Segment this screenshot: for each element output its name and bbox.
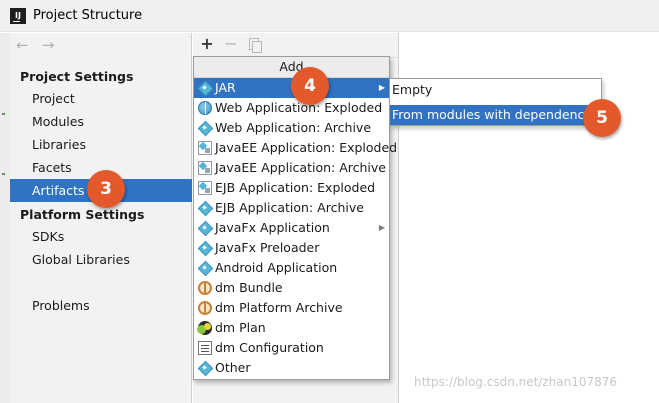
callout-badge-3: 3 <box>87 170 125 208</box>
diamond-icon <box>198 361 212 375</box>
submenu-item-from-modules[interactable]: From modules with dependencies... <box>390 105 601 125</box>
menu-item-ejb-exploded[interactable]: EJB Application: Exploded <box>194 178 389 198</box>
bundle-icon <box>198 301 212 315</box>
diamond-icon <box>198 201 212 215</box>
menu-item-label: Android Application <box>215 260 338 275</box>
back-arrow-icon[interactable]: ← <box>16 36 29 54</box>
menu-header: Add <box>194 57 389 78</box>
menu-item-label: Other <box>215 360 251 375</box>
sidebar-item-project[interactable]: Project <box>10 87 192 110</box>
submenu-item-empty[interactable]: Empty <box>390 80 601 100</box>
menu-item-dm-bundle[interactable]: dm Bundle <box>194 278 389 298</box>
menu-item-label: Web Application: Archive <box>215 120 372 135</box>
config-icon <box>198 341 212 355</box>
bundle-icon <box>198 281 212 295</box>
menu-item-label: JavaFx Application <box>215 220 330 235</box>
project-settings-header: Project Settings <box>20 69 134 84</box>
globe-icon <box>198 101 212 115</box>
sidebar: ← → Project Settings Project Modules Lib… <box>10 33 192 403</box>
menu-item-label: JavaFx Preloader <box>215 240 320 255</box>
add-button[interactable]: + <box>197 34 217 54</box>
menu-item-other[interactable]: Other <box>194 358 389 378</box>
menu-item-web-app-archive[interactable]: Web Application: Archive <box>194 118 389 138</box>
callout-badge-4: 4 <box>291 67 329 105</box>
menu-item-label: dm Bundle <box>215 280 283 295</box>
plan-icon <box>197 321 212 335</box>
menu-item-label: JAR <box>215 80 236 95</box>
callout-badge-5: 5 <box>583 99 621 137</box>
diamond-icon <box>198 121 212 135</box>
menu-item-label: EJB Application: Exploded <box>215 180 376 195</box>
menu-item-web-app-exploded[interactable]: Web Application: Exploded <box>194 98 389 118</box>
sidebar-item-modules[interactable]: Modules <box>10 110 192 133</box>
sidebar-item-libraries[interactable]: Libraries <box>10 133 192 156</box>
sidebar-item-sdks[interactable]: SDKs <box>10 225 192 248</box>
forward-arrow-icon[interactable]: → <box>42 36 55 54</box>
diamond-icon <box>198 241 212 255</box>
menu-item-dm-configuration[interactable]: dm Configuration <box>194 338 389 358</box>
menu-item-label: dm Configuration <box>215 340 324 355</box>
menu-item-dm-platform-archive[interactable]: dm Platform Archive <box>194 298 389 318</box>
title-bar: IJ Project Structure <box>0 0 659 32</box>
menu-item-dm-plan[interactable]: dm Plan <box>194 318 389 338</box>
menu-item-label: Web Application: Exploded <box>215 100 383 115</box>
menu-item-ejb-archive[interactable]: EJB Application: Archive <box>194 198 389 218</box>
menu-item-javaee-exploded[interactable]: JavaEE Application: Exploded <box>194 138 397 158</box>
box-icon <box>198 181 212 195</box>
diamond-icon <box>198 81 212 95</box>
watermark: https://blog.csdn.net/zhan107876 <box>414 375 618 389</box>
copy-icon[interactable] <box>245 34 265 54</box>
menu-item-label: dm Plan <box>215 320 266 335</box>
menu-item-javafx-preloader[interactable]: JavaFx Preloader <box>194 238 389 258</box>
submenu-arrow-icon: ▶ <box>378 223 385 232</box>
diamond-icon <box>198 261 212 275</box>
window-title: Project Structure <box>33 8 143 23</box>
background-editor-edge <box>0 33 10 403</box>
menu-item-javaee-archive[interactable]: JavaEE Application: Archive <box>194 158 389 178</box>
menu-item-android-application[interactable]: Android Application <box>194 258 389 278</box>
box-icon <box>198 161 212 175</box>
submenu-arrow-icon: ▶ <box>378 83 385 92</box>
menu-item-javafx-application[interactable]: JavaFx Application ▶ <box>194 218 389 238</box>
diamond-icon <box>198 221 212 235</box>
jar-submenu: Empty From modules with dependencies... <box>389 78 602 126</box>
sidebar-item-global-libraries[interactable]: Global Libraries <box>10 248 192 271</box>
box-icon <box>198 141 212 155</box>
add-artifact-menu: Add JAR ▶ Web Application: Exploded Web … <box>193 56 397 380</box>
remove-button[interactable]: − <box>221 34 241 54</box>
menu-list: JAR ▶ Web Application: Exploded Web Appl… <box>194 78 397 378</box>
platform-settings-header: Platform Settings <box>20 207 145 222</box>
menu-item-label: dm Platform Archive <box>215 300 343 315</box>
sidebar-item-problems[interactable]: Problems <box>10 294 192 317</box>
menu-item-label: JavaEE Application: Exploded <box>215 140 398 155</box>
menu-item-label: JavaEE Application: Archive <box>215 160 386 175</box>
menu-item-label: EJB Application: Archive <box>215 200 364 215</box>
intellij-logo-icon: IJ <box>10 8 26 24</box>
